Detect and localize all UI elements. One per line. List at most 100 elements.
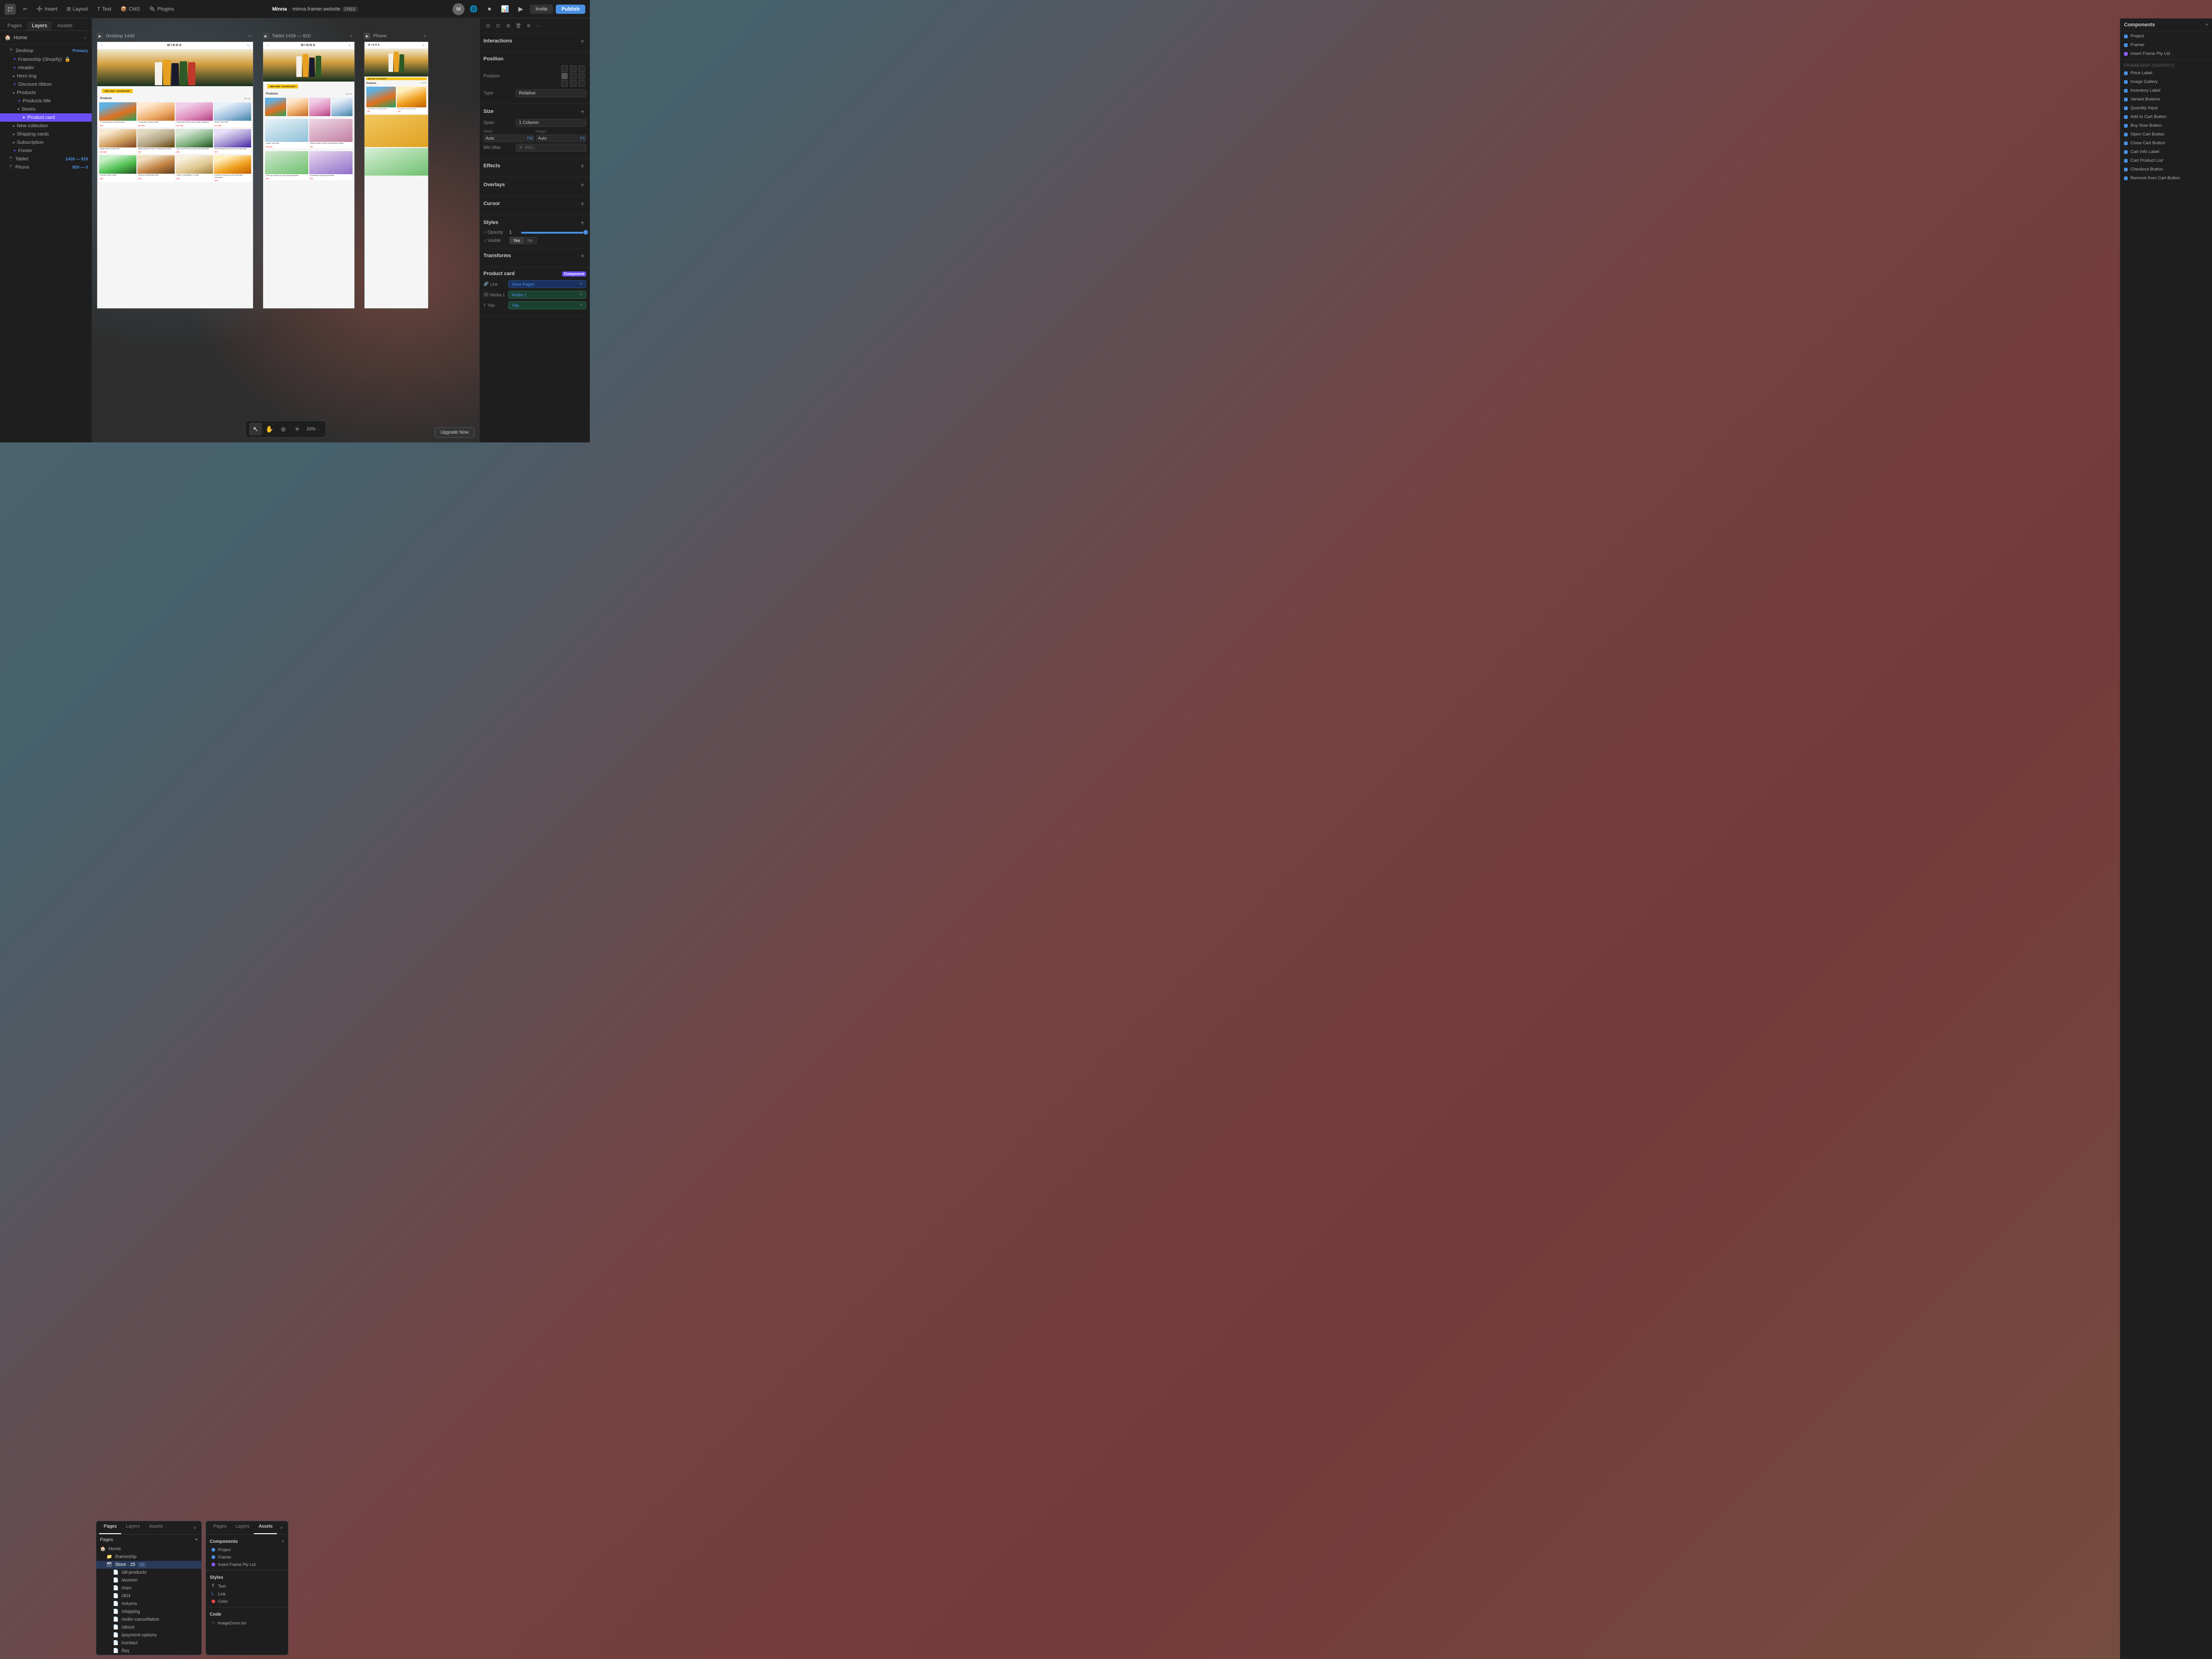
page-order-cancellation[interactable]: 📄/order-cancellation — [96, 1616, 201, 1624]
visible-yes[interactable]: Yes — [510, 237, 524, 244]
plugins-button[interactable]: 🔌 Plugins — [146, 4, 178, 14]
upgrade-button[interactable]: Upgrade Now — [435, 427, 475, 438]
styles-color[interactable]: Color — [210, 1598, 284, 1605]
pos-tl[interactable] — [561, 65, 568, 72]
product-card-7[interactable]: Close up of Person in Light Green Active… — [176, 129, 213, 154]
width-input[interactable]: Auto — [483, 135, 525, 142]
page-payment-options[interactable]: 📄/payment-options — [96, 1631, 201, 1639]
layer-shipping-cards[interactable]: ▸ Shipping cards — [0, 130, 92, 138]
layer-products-title[interactable]: ✦ Products title — [0, 97, 92, 105]
pos-bl[interactable] — [561, 80, 568, 87]
rc-checkout-button[interactable]: Checkout Button — [2120, 165, 2212, 174]
comp-insert-frame[interactable]: Insert Frame Pty Ltd — [210, 1561, 284, 1568]
styles-add[interactable]: + — [579, 219, 586, 226]
phone-add-button[interactable]: + — [421, 32, 429, 40]
product-card-12[interactable]: Confident Young Man with Fashionable Str… — [214, 155, 251, 182]
pages-panel[interactable]: Pages Layers Assets + Pages + 🏠Home 📁/fr… — [96, 1521, 202, 1655]
rc-image-gallery[interactable]: Image Gallery — [2120, 77, 2212, 86]
comp-tab-pages[interactable]: Pages — [209, 1521, 231, 1534]
assets-add-btn[interactable]: + — [278, 1521, 285, 1534]
layer-header[interactable]: ✦ Header — [0, 64, 92, 72]
light-tool[interactable]: ☀ — [291, 423, 304, 435]
media1-remove[interactable]: ✕ — [579, 292, 583, 297]
tab-pages[interactable]: Pages — [3, 21, 26, 30]
tablet-product-2[interactable] — [287, 98, 308, 116]
page-about[interactable]: 📄/about — [96, 1624, 201, 1631]
minmax-value[interactable]: ⊕ Add... — [516, 144, 586, 152]
product-card-5[interactable]: Stylish Model in Floral Shirt $36 $45 — [99, 129, 136, 154]
tab-assets[interactable]: Assets — [53, 21, 77, 30]
size-add[interactable]: + — [579, 108, 586, 115]
page-men[interactable]: 📄/men — [96, 1584, 201, 1592]
cursor-tool[interactable]: ↖ — [249, 423, 262, 435]
phone-product-1[interactable]: Young Woman in Colorful Jacket $36 — [366, 87, 396, 113]
product-card-2[interactable]: Young Man in Vibrant Jacket $47 $52 — [137, 102, 175, 127]
cursor-add[interactable]: + — [579, 200, 586, 207]
page-frameship[interactable]: 📁/frameship — [96, 1553, 201, 1561]
layer-products[interactable]: ▸ Products — [0, 88, 92, 97]
tablet-product-3[interactable] — [309, 98, 330, 116]
tab-layers[interactable]: Layers — [27, 21, 52, 30]
product-card-10[interactable]: Woman in Fashionable Attire $45 — [137, 155, 175, 182]
invite-button[interactable]: Invite — [530, 5, 553, 14]
delete-btn[interactable]: 🗑 — [514, 21, 523, 30]
pos-ml[interactable] — [561, 73, 568, 79]
interactions-add[interactable]: + — [579, 37, 586, 45]
visible-toggle[interactable]: Yes No — [509, 237, 537, 244]
align-center-btn[interactable]: ⊡ — [494, 21, 503, 30]
code-imagezoom[interactable]: ⊹ ImageZoom.tsx — [210, 1619, 284, 1627]
effects-add[interactable]: + — [579, 162, 586, 170]
rc-add-btn[interactable]: + — [2206, 22, 2208, 28]
cms-button[interactable]: 📦 CMS — [117, 4, 144, 14]
user-avatar[interactable]: M — [453, 3, 465, 15]
width-select[interactable]: Fill — [526, 135, 534, 142]
tablet-product-7[interactable]: Close up of Person in Light Green Active… — [265, 151, 308, 181]
rc-price-label[interactable]: Price Label — [2120, 69, 2212, 77]
analytics-button[interactable]: 📊 — [499, 3, 512, 16]
rc-quantity-input[interactable]: Quantity Input — [2120, 104, 2212, 112]
span-value[interactable]: 1 Column — [516, 119, 586, 127]
styles-text[interactable]: T Text — [210, 1582, 284, 1590]
tablet-add-button[interactable]: + — [347, 32, 355, 40]
height-input[interactable]: Auto — [536, 135, 578, 142]
canvas-area[interactable]: ▶ Desktop 1440 + ☰ MINNA 🔍 — [92, 18, 479, 442]
align-right-btn[interactable]: ⊞ — [504, 21, 513, 30]
transforms-add[interactable]: + — [579, 252, 586, 259]
page-store[interactable]: 🗃 Store · 25 25 — [96, 1561, 201, 1569]
rc-insert-frame[interactable]: Insert Frame Pty Ltd — [2120, 49, 2212, 58]
page-404[interactable]: 📄/404 — [96, 1592, 201, 1600]
position-grid[interactable] — [561, 65, 586, 87]
product-card-11[interactable]: Venice Contemplation in Cream $50 — [176, 155, 213, 182]
text-button[interactable]: T Text — [94, 5, 115, 14]
comp-tab-layers[interactable]: Layers — [231, 1521, 254, 1534]
tablet-product-8[interactable]: Fashionable Female Jacket Attire $36 — [309, 151, 353, 181]
opacity-slider[interactable] — [521, 232, 586, 234]
rc-cart-info-label[interactable]: Cart Info Label — [2120, 147, 2212, 156]
zoom-tool[interactable]: ⊕ — [277, 423, 290, 435]
layer-product-card[interactable]: ✦ Product card — [0, 113, 92, 122]
pos-tc[interactable] — [570, 65, 577, 72]
rc-add-to-cart[interactable]: Add to Cart Button — [2120, 112, 2212, 121]
layer-subscription[interactable]: ▸ Subscription — [0, 138, 92, 147]
page-women[interactable]: 📄/women — [96, 1577, 201, 1584]
layout-button[interactable]: ⊞ Layout — [63, 4, 91, 14]
rc-project[interactable]: Project — [2120, 32, 2212, 41]
publish-button[interactable]: Publish — [556, 5, 585, 14]
product-card-6[interactable]: Stylish Woman in Retro Contemporary Fash… — [137, 129, 175, 154]
insert-button[interactable]: ➕ Insert — [33, 4, 61, 14]
sidebar-home[interactable]: 🏠 Home ⌄ — [0, 31, 92, 45]
pos-br[interactable] — [578, 80, 585, 87]
layer-footer[interactable]: ✦ Footer — [0, 147, 92, 155]
pages-tab-layers[interactable]: Layers — [121, 1521, 144, 1534]
page-shipping[interactable]: 📄/shipping — [96, 1608, 201, 1616]
rc-variant-buttons[interactable]: Variant Buttons — [2120, 95, 2212, 104]
layer-discount-ribbon[interactable]: ✦ Discount ribbon — [0, 80, 92, 88]
media1-value[interactable]: Media 1 ✕ — [508, 291, 586, 299]
zoom-display[interactable]: 33% ⌄ — [305, 427, 322, 432]
hand-tool[interactable]: ✋ — [263, 423, 276, 435]
page-contact[interactable]: 📄/contact — [96, 1639, 201, 1647]
tablet-product-5[interactable]: Glacier Top in Milk $34 $42 — [265, 119, 308, 148]
overlays-add[interactable]: + — [579, 181, 586, 188]
layer-desktop[interactable]: 📱 Desktop Primary — [0, 47, 92, 55]
desktop-add-button[interactable]: + — [246, 32, 253, 40]
